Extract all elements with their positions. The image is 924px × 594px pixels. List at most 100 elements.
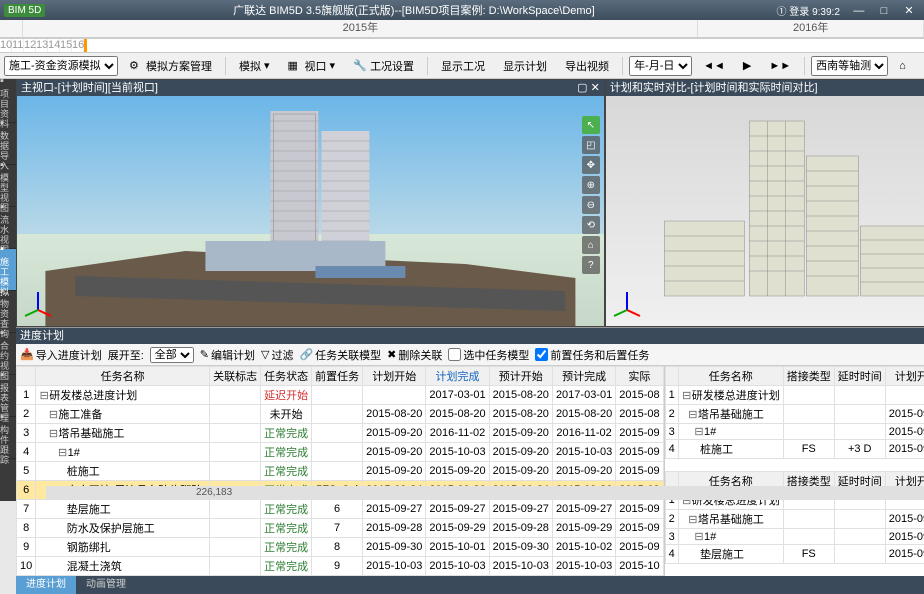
wrench-icon: 🔧 bbox=[353, 59, 367, 73]
viewport-title: 计划和实时对比-[计划时间和实际时间对比]▢ ✕ bbox=[606, 80, 924, 96]
timeline-day: 12 bbox=[24, 39, 36, 52]
table-row[interactable]: 10 混凝土浇筑正常完成92015-10-032015-10-032015-10… bbox=[17, 557, 664, 576]
table-row[interactable]: 1⊟研发楼总进度计划2017-03-01 bbox=[665, 386, 924, 405]
maximize-button[interactable]: □ bbox=[873, 5, 895, 17]
sidebar-icon: ▪ bbox=[0, 285, 16, 297]
timeline-year: 2016年 bbox=[698, 20, 924, 37]
viewport-tool-button[interactable]: ⊖ bbox=[582, 196, 600, 214]
status-bar: 226,183 bbox=[46, 486, 924, 500]
timeline-day: 16 bbox=[72, 39, 84, 52]
play-button[interactable]: ▶ bbox=[736, 56, 758, 75]
timeline-day: 13 bbox=[36, 39, 48, 52]
sidebar-icon: ▪ bbox=[0, 243, 16, 255]
schedule-pane: 进度计划▢ ✕ 📥导入进度计划 展开至: 全部 ✎编辑计划 ▽过滤 🔗任务关联模… bbox=[16, 327, 924, 594]
timeline-days[interactable]: 10111213141516 bbox=[0, 39, 924, 53]
viewport-controls[interactable]: ▢ ✕ bbox=[577, 80, 600, 96]
sidebar-label: 构件跟踪 bbox=[0, 425, 16, 465]
main-viewport[interactable]: 主视口-[计划时间][当前视口]▢ ✕ ↖ ◰ ✥ ⊕ ⊖ ⟲ ⌂? bbox=[17, 80, 604, 326]
viewport-tool-button[interactable]: ⌂ bbox=[582, 236, 600, 254]
compare-viewport[interactable]: 计划和实时对比-[计划时间和实际时间对比]▢ ✕ ↖◰✥⊕⊖⟲⌂? bbox=[606, 80, 924, 326]
sim-settings-button[interactable]: 🔧工况设置 bbox=[346, 55, 421, 77]
predecessor-grid[interactable]: 任务名称搭接类型延时时间计划开始计划完成1⊟研发楼总进度计划2017-03-01… bbox=[665, 366, 924, 471]
timeline-day: 15 bbox=[60, 39, 72, 52]
table-row[interactable]: 7 垫层施工正常完成62015-09-272015-09-272015-09-2… bbox=[17, 500, 664, 519]
model-select[interactable]: 施工-资金资源模拟 bbox=[4, 56, 118, 76]
next-button[interactable]: ►► bbox=[762, 57, 798, 75]
viewport-tool-button[interactable]: ↖ bbox=[582, 116, 600, 134]
timeline-day: 14 bbox=[48, 39, 60, 52]
expand-label: 展开至: bbox=[108, 347, 144, 363]
window-buttons: — □ ✕ bbox=[848, 4, 920, 17]
selected-task-checkbox[interactable]: 选中任务模型 bbox=[448, 347, 529, 363]
main-schedule-grid[interactable]: 任务名称关联标志任务状态前置任务计划开始计划完成预计开始预计完成实际1⊟研发楼总… bbox=[16, 366, 664, 576]
expand-select[interactable]: 全部 bbox=[150, 347, 194, 363]
timeline-years[interactable]: 2015年 2016年 bbox=[0, 20, 924, 38]
table-row[interactable]: 8 防水及保护层施工正常完成72015-09-282015-09-292015-… bbox=[17, 519, 664, 538]
tab-animation[interactable]: 动画管理 bbox=[76, 576, 136, 594]
timeline-day: 11 bbox=[12, 39, 24, 52]
table-row[interactable]: 3 ⊟1#2015-09-202015-10-03 bbox=[665, 424, 924, 440]
viewport-icon: ▦ bbox=[288, 59, 302, 73]
home-view-button[interactable]: ⌂ bbox=[892, 57, 913, 75]
edit-plan-button[interactable]: ✎编辑计划 bbox=[200, 347, 255, 363]
delete-icon: ✖ bbox=[387, 348, 396, 361]
viewport-toolbar: ↖ ◰ ✥ ⊕ ⊖ ⟲ ⌂? bbox=[582, 116, 602, 274]
table-row[interactable]: 5 桩施工正常完成2015-09-202015-09-202015-09-202… bbox=[17, 462, 664, 481]
delete-assoc-button[interactable]: ✖删除关联 bbox=[387, 347, 442, 363]
manage-scheme-button[interactable]: ⚙模拟方案管理 bbox=[122, 55, 219, 77]
table-row[interactable]: 2 ⊟塔吊基础施工2015-09-202016-11-02 bbox=[665, 405, 924, 424]
export-video-button[interactable]: 导出视频 bbox=[558, 55, 616, 77]
pane-title: 进度计划▢ ✕ bbox=[16, 328, 924, 344]
assoc-model-button[interactable]: 🔗任务关联模型 bbox=[299, 347, 381, 363]
import-schedule-button[interactable]: 📥导入进度计划 bbox=[20, 347, 102, 363]
sidebar-icon: ▪ bbox=[0, 117, 16, 129]
close-button[interactable]: ✕ bbox=[898, 4, 920, 17]
timeline-day: 10 bbox=[0, 39, 12, 52]
viewport-tool-button[interactable]: ◰ bbox=[582, 136, 600, 154]
timeline-months bbox=[0, 38, 924, 39]
tab-schedule[interactable]: 进度计划 bbox=[16, 576, 76, 594]
viewport-tool-button[interactable]: ✥ bbox=[582, 156, 600, 174]
viewport-tool-button[interactable]: ? bbox=[582, 256, 600, 274]
sidebar-icon: ▪ bbox=[0, 159, 16, 171]
filter-button[interactable]: ▽过滤 bbox=[261, 347, 293, 363]
table-row[interactable]: 2 ⊟塔吊基础施工2015-09-202016-11-02 bbox=[665, 510, 924, 529]
table-row[interactable]: 4 桩施工FS+3 D2015-09-202015-09-20 bbox=[665, 440, 924, 459]
timeline-year: 2015年 bbox=[23, 20, 698, 37]
viewport-title: 主视口-[计划时间][当前视口]▢ ✕ bbox=[17, 80, 604, 96]
show-plan-button[interactable]: 显示计划 bbox=[496, 55, 554, 77]
show-condition-button[interactable]: 显示工况 bbox=[434, 55, 492, 77]
main-toolbar: 施工-资金资源模拟 ⚙模拟方案管理 模拟▾ ▦视口▾ 🔧工况设置 显示工况 显示… bbox=[0, 53, 924, 79]
schedule-toolbar: 📥导入进度计划 展开至: 全部 ✎编辑计划 ▽过滤 🔗任务关联模型 ✖删除关联 … bbox=[16, 344, 924, 366]
user-info[interactable]: ① 登录 9:39:2 bbox=[777, 3, 840, 18]
table-row[interactable]: 3 ⊟1#2015-09-202015-10-03 bbox=[665, 529, 924, 545]
sidebar-item[interactable]: ▪构件跟踪 bbox=[0, 417, 16, 459]
sidebar-icon: ▪ bbox=[0, 369, 16, 381]
titlebar: BIM 5D 广联达 BIM5D 3.5旗舰版(正式版)--[BIM5D项目案例… bbox=[0, 0, 924, 20]
sidebar-icon: ▪ bbox=[0, 75, 16, 87]
view-angle-select[interactable]: 西南等轴测 bbox=[811, 56, 888, 76]
sidebar-icon: ▪ bbox=[0, 201, 16, 213]
viewport-tool-button[interactable]: ⊕ bbox=[582, 176, 600, 194]
table-row[interactable]: 4 垫层施工FS2015-09-272015-09-27 bbox=[665, 545, 924, 564]
link-icon: 🔗 bbox=[299, 348, 313, 361]
sim-button[interactable]: 模拟▾ bbox=[232, 55, 277, 77]
table-row[interactable]: 9 钢筋绑扎正常完成82015-09-302015-10-012015-09-3… bbox=[17, 538, 664, 557]
pre-post-task-checkbox[interactable]: 前置任务和后置任务 bbox=[535, 347, 649, 363]
axis-gizmo-icon bbox=[23, 290, 53, 320]
viewport-button[interactable]: ▦视口▾ bbox=[281, 55, 343, 77]
app-logo: BIM 5D bbox=[4, 4, 45, 17]
table-row[interactable]: 3 ⊟塔吊基础施工正常完成2015-09-202016-11-022015-09… bbox=[17, 424, 664, 443]
viewport-tool-button[interactable]: ⟲ bbox=[582, 216, 600, 234]
filter-icon: ▽ bbox=[261, 348, 269, 361]
building-render-main bbox=[17, 96, 604, 326]
table-row[interactable]: 4 ⊟1#正常完成2015-09-202015-10-032015-09-202… bbox=[17, 443, 664, 462]
prev-button[interactable]: ◄◄ bbox=[696, 57, 732, 75]
gear-icon: ⚙ bbox=[129, 59, 143, 73]
table-row[interactable]: 1⊟研发楼总进度计划延迟开始2017-03-012015-08-202017-0… bbox=[17, 386, 664, 405]
date-format-select[interactable]: 年-月-日 bbox=[629, 56, 692, 76]
table-row[interactable]: 2 ⊟施工准备未开始2015-08-202015-08-202015-08-20… bbox=[17, 405, 664, 424]
minimize-button[interactable]: — bbox=[848, 5, 870, 17]
bottom-tabs: 进度计划 动画管理 bbox=[16, 576, 924, 594]
sidebar: ▪项目资料▪数据导入▪模型视图▪流水视图▪施工模拟▪物资查询▪合约视图▪报表管理… bbox=[0, 79, 16, 501]
